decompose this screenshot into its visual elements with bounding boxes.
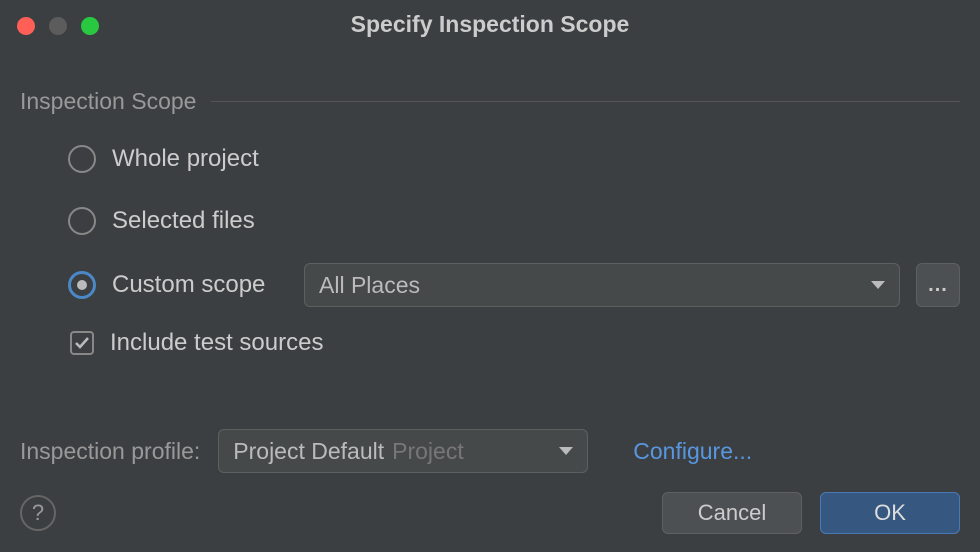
section-divider (211, 101, 960, 102)
custom-scope-dropdown[interactable]: All Places (304, 263, 900, 307)
cancel-button[interactable]: Cancel (662, 492, 802, 534)
radio-label-selected-files: Selected files (112, 207, 255, 235)
radio-icon (68, 145, 96, 173)
checkbox-label-include-test: Include test sources (110, 329, 323, 357)
options-group: Whole project Selected files Custom scop… (20, 139, 960, 357)
help-icon: ? (32, 500, 44, 526)
chevron-down-icon (559, 447, 573, 455)
dropdown-value: All Places (319, 272, 420, 299)
radio-label-whole-project: Whole project (112, 145, 259, 173)
dropdown-value: Project Default Project (233, 438, 463, 465)
radio-selected-files[interactable]: Selected files (68, 201, 960, 241)
inspection-profile-dropdown[interactable]: Project Default Project (218, 429, 588, 473)
section-header: Inspection Scope (20, 88, 960, 115)
ok-button[interactable]: OK (820, 492, 960, 534)
chevron-down-icon (871, 281, 885, 289)
section-title: Inspection Scope (20, 88, 196, 115)
help-button[interactable]: ? (20, 495, 56, 531)
checkbox-icon (70, 331, 94, 355)
footer-buttons: Cancel OK (662, 492, 960, 534)
radio-icon (68, 207, 96, 235)
configure-link[interactable]: Configure... (633, 438, 752, 465)
scope-edit-button[interactable]: ... (916, 263, 960, 307)
dialog-content: Inspection Scope Whole project Selected … (0, 48, 980, 473)
radio-whole-project[interactable]: Whole project (68, 139, 960, 179)
dialog-footer: ? Cancel OK (20, 492, 960, 534)
inspection-profile-row: Inspection profile: Project Default Proj… (20, 429, 960, 473)
radio-label-custom-scope[interactable]: Custom scope (112, 271, 282, 299)
radio-custom-scope-row: Custom scope All Places ... (68, 263, 960, 307)
inspection-profile-label: Inspection profile: (20, 438, 200, 465)
include-test-sources-checkbox[interactable]: Include test sources (68, 329, 960, 357)
radio-custom-scope[interactable] (68, 271, 96, 299)
titlebar: Specify Inspection Scope (0, 0, 980, 48)
dialog-title: Specify Inspection Scope (0, 11, 980, 38)
ellipsis-icon: ... (928, 274, 948, 297)
